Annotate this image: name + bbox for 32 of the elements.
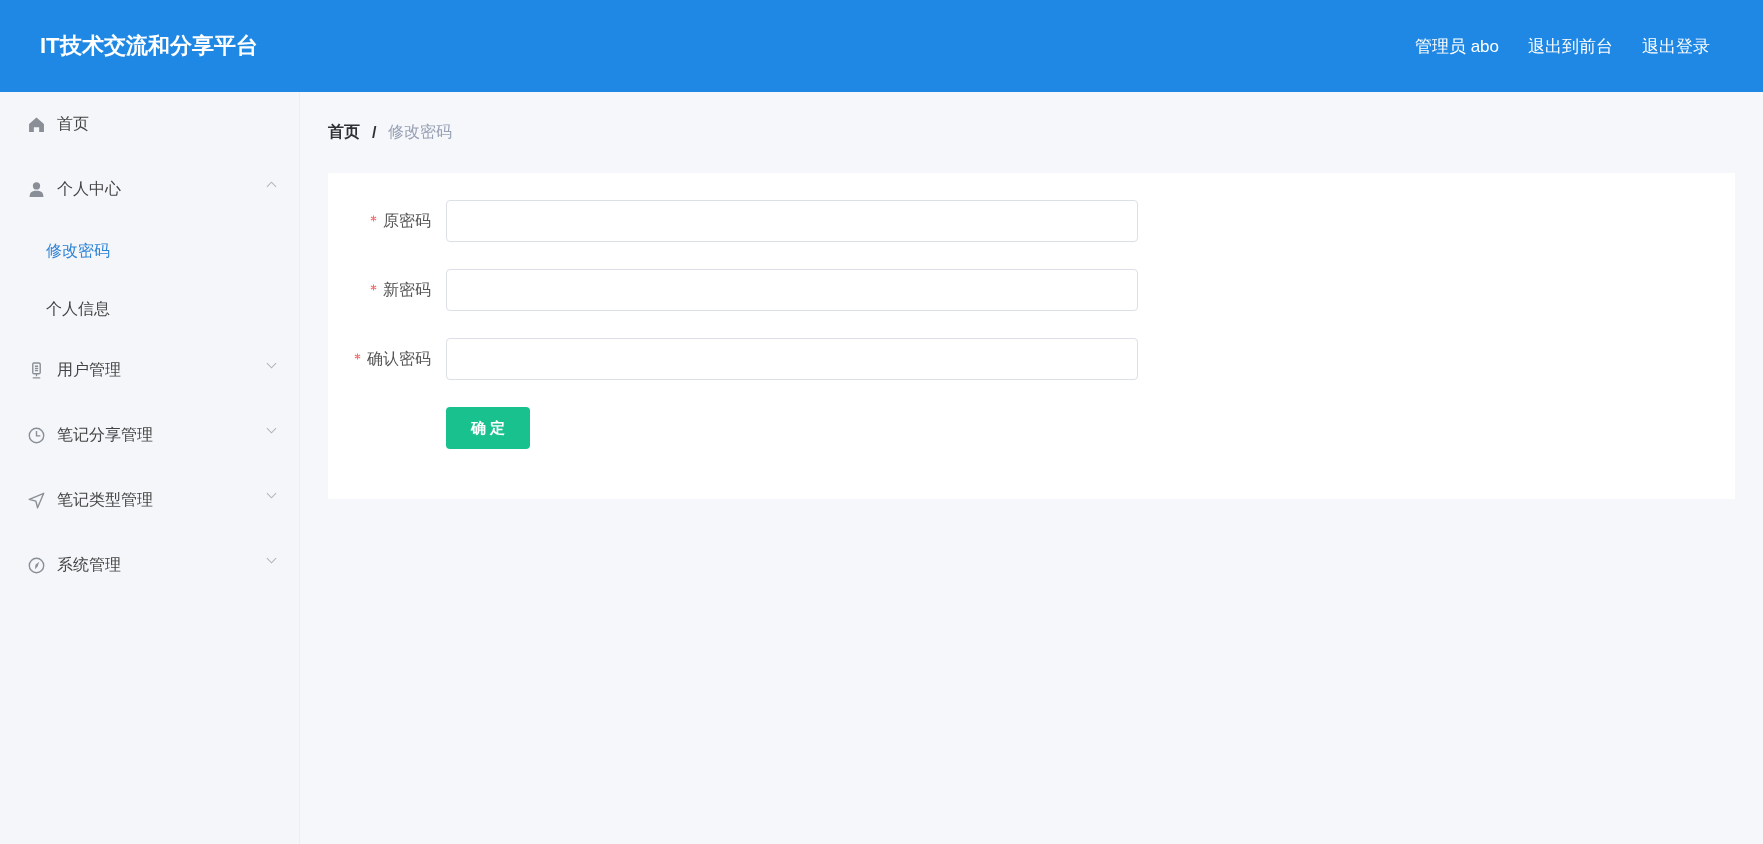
menu-label: 用户管理: [57, 360, 121, 380]
clock-icon: [28, 427, 45, 444]
field-label: 原密码: [383, 210, 431, 231]
field-label: 新密码: [383, 279, 431, 300]
submenu-item[interactable]: 修改密码: [0, 222, 299, 280]
compass-icon: [28, 557, 45, 574]
site-title: IT技术交流和分享平台: [40, 32, 258, 60]
menu-label: 首页: [57, 114, 89, 134]
menu-item[interactable]: 用户管理: [0, 338, 299, 403]
field-label: 确认密码: [367, 348, 431, 369]
submenu-item[interactable]: 个人信息: [0, 280, 299, 338]
menu-label: 笔记类型管理: [57, 490, 153, 510]
menu-item[interactable]: 笔记分享管理: [0, 403, 299, 468]
user-name-link[interactable]: 管理员 abo: [1414, 34, 1499, 58]
menu-label: 个人中心: [57, 179, 121, 199]
home-icon: [28, 116, 45, 133]
menu-item[interactable]: 个人中心: [0, 157, 299, 222]
breadcrumb-separator: /: [372, 123, 377, 142]
menu-label: 笔记分享管理: [57, 425, 153, 445]
menu-label: 系统管理: [57, 555, 121, 575]
header-link[interactable]: 退出登录: [1642, 34, 1710, 58]
menu-item[interactable]: 笔记类型管理: [0, 468, 299, 533]
menu-item[interactable]: 首页: [0, 92, 299, 157]
menu-item[interactable]: 系统管理: [0, 533, 299, 598]
breadcrumb-item[interactable]: 首页: [328, 122, 360, 143]
password-field[interactable]: [446, 269, 1138, 311]
user-icon: [28, 181, 45, 198]
header-link[interactable]: 退出到前台: [1528, 34, 1613, 58]
breadcrumb-item: 修改密码: [388, 122, 453, 142]
password-field[interactable]: [446, 200, 1138, 242]
password-field[interactable]: [446, 338, 1138, 380]
send-arrow-icon: [28, 492, 45, 509]
